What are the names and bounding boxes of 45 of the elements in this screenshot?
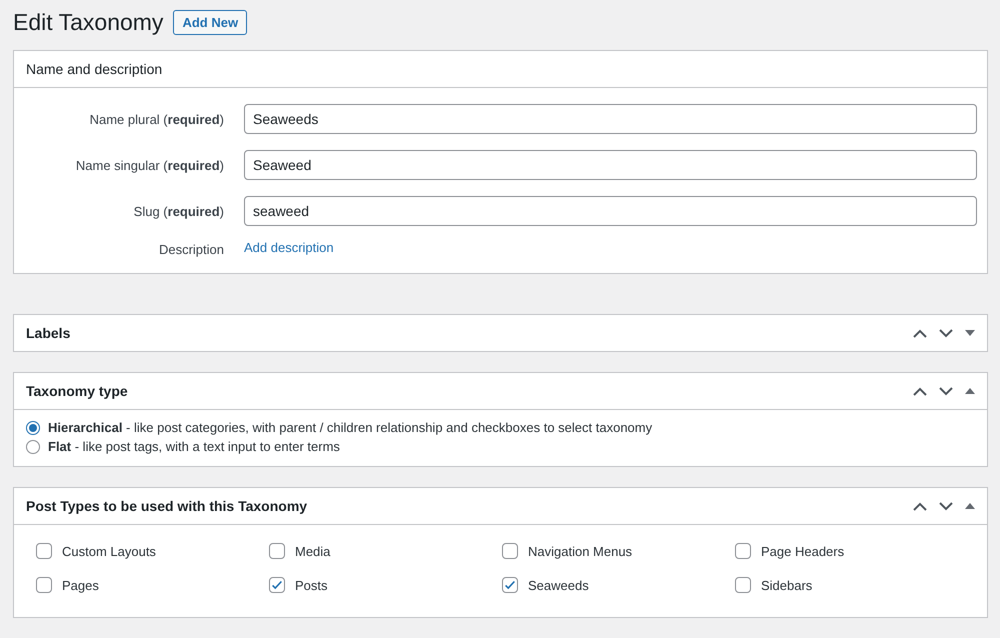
panel-title: Labels — [26, 325, 72, 341]
checkbox[interactable] — [502, 543, 518, 559]
chevron-up-icon[interactable] — [913, 328, 927, 338]
field-label: Slug (required) — [132, 204, 225, 218]
checkbox-label: Sidebars — [761, 578, 812, 592]
checkbox-label: Page Headers — [761, 544, 844, 558]
chevron-down-icon[interactable] — [939, 502, 953, 510]
panel-title: Post Types to be used with this Taxonomy — [26, 498, 308, 514]
field-label: Description — [158, 242, 225, 257]
collapse-triangle-icon[interactable] — [965, 503, 975, 509]
text-field[interactable]: seaweed — [244, 196, 977, 226]
radio-button[interactable] — [26, 440, 40, 454]
text-field[interactable]: Seaweeds — [244, 104, 977, 134]
checkbox[interactable] — [36, 543, 52, 559]
panel-title: Taxonomy type — [26, 383, 129, 399]
chevron-up-icon[interactable] — [913, 502, 927, 510]
checkbox[interactable] — [502, 577, 518, 593]
checkbox[interactable] — [735, 577, 751, 593]
radio-label: Flat - like post tags, with a text input to enter terms — [48, 438, 340, 456]
page-title: Edit Taxonomy — [13, 9, 164, 36]
collapse-triangle-icon[interactable] — [965, 388, 975, 394]
checkbox[interactable] — [735, 543, 751, 559]
field-label: Name plural (required) — [88, 112, 225, 126]
checkmark-icon — [270, 578, 284, 592]
checkbox-label: Pages — [62, 578, 99, 592]
checkbox[interactable] — [36, 577, 52, 593]
chevron-down-icon[interactable] — [939, 328, 953, 338]
field-label: Name singular (required) — [74, 158, 225, 172]
expand-triangle-icon[interactable] — [965, 330, 975, 336]
checkbox[interactable] — [269, 543, 285, 559]
panel-title: Name and description — [26, 61, 164, 77]
radio-label: Hierarchical - like post categories, with parent / children relationship and checkboxes to select taxonomy — [48, 419, 652, 437]
radio-button[interactable] — [26, 420, 40, 434]
add-description-link[interactable]: Add description — [244, 240, 334, 255]
add-new-button[interactable]: Add New — [173, 10, 248, 35]
checkbox-label: Navigation Menus — [528, 544, 632, 558]
checkbox-label: Media — [295, 544, 330, 558]
checkbox-label: Seaweeds — [528, 578, 589, 592]
chevron-down-icon[interactable] — [939, 386, 953, 396]
checkbox-label: Posts — [295, 578, 328, 592]
checkmark-icon — [503, 578, 517, 592]
checkbox-label: Custom Layouts — [62, 544, 156, 558]
checkbox[interactable] — [269, 577, 285, 593]
text-field[interactable]: Seaweed — [244, 150, 977, 180]
chevron-up-icon[interactable] — [913, 386, 927, 396]
